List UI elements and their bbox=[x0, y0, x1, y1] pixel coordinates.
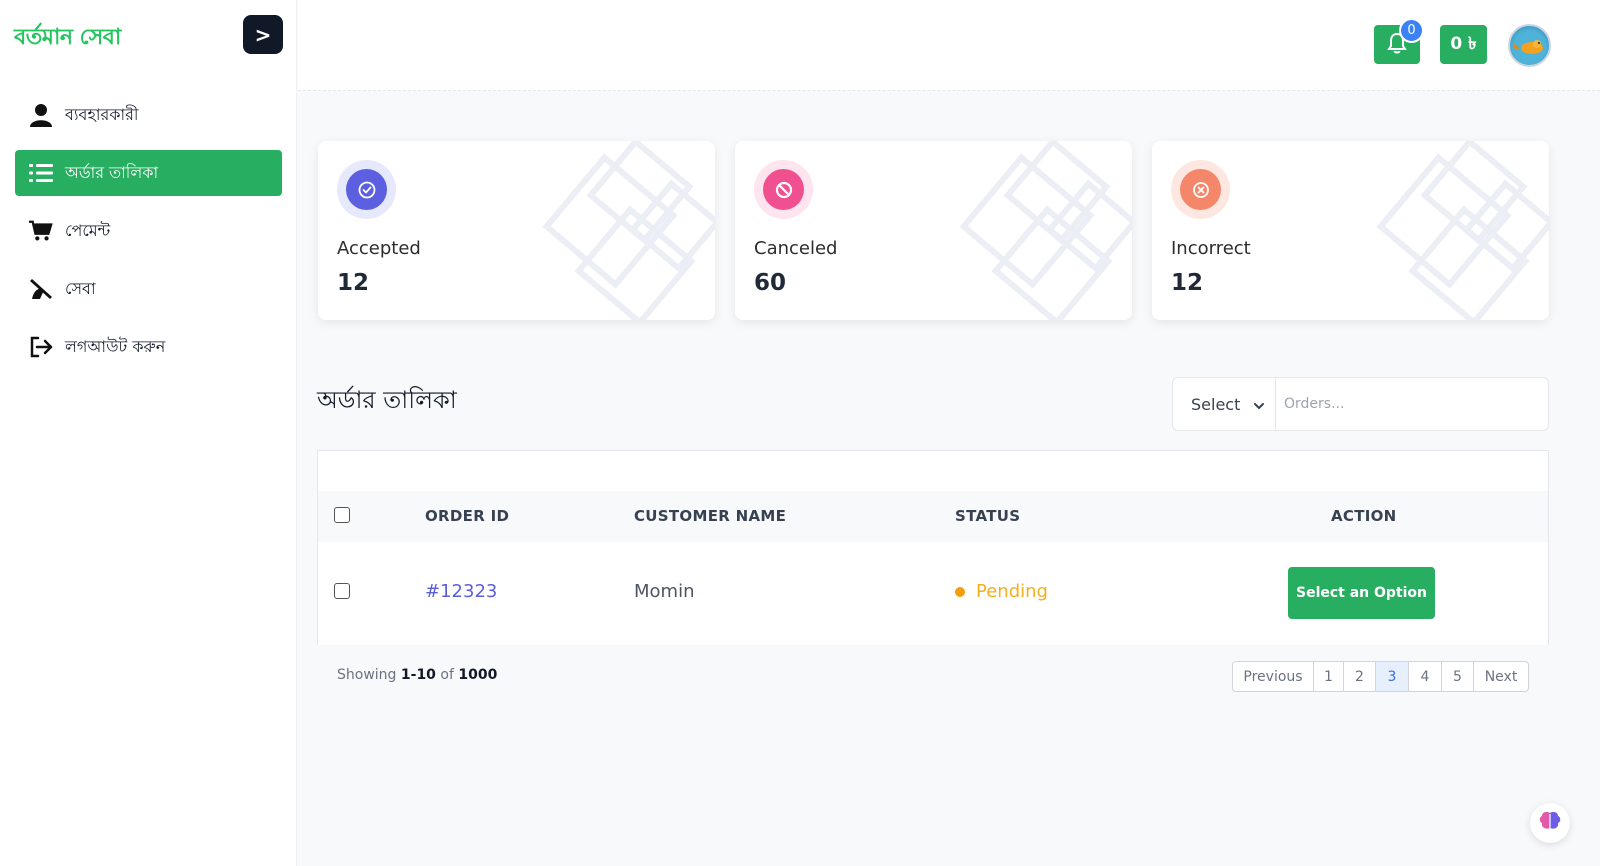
stat-label: Canceled bbox=[754, 238, 838, 259]
page-title: অর্ডার তালিকা bbox=[317, 386, 457, 414]
chevron-down-icon bbox=[1253, 397, 1265, 416]
column-header-action: ACTION bbox=[1331, 507, 1397, 525]
status-text: Pending bbox=[976, 581, 1048, 602]
select-all-checkbox[interactable] bbox=[334, 507, 350, 523]
select-option-button[interactable]: Select an Option bbox=[1288, 567, 1435, 619]
sidebar-item-payment[interactable]: পেমেন্ট bbox=[15, 208, 282, 254]
pagination-page-4[interactable]: 4 bbox=[1409, 662, 1442, 691]
sidebar-item-service[interactable]: সেবা bbox=[15, 266, 282, 312]
column-header-status[interactable]: STATUS bbox=[955, 507, 1020, 525]
card-icon-ring bbox=[1171, 160, 1230, 219]
sidebar-item-label: লগআউট করুন bbox=[65, 336, 166, 356]
stat-value: 12 bbox=[1171, 270, 1204, 296]
check-circle-icon bbox=[346, 169, 387, 210]
sidebar-item-label: সেবা bbox=[65, 278, 96, 298]
sidebar-item-label: অর্ডার তালিকা bbox=[65, 162, 159, 182]
showing-of: of bbox=[440, 667, 454, 683]
assistant-button[interactable] bbox=[1530, 803, 1570, 843]
top-header: 0 0 ৳ bbox=[298, 0, 1600, 91]
showing-total: 1000 bbox=[458, 667, 498, 683]
pagination-page-3[interactable]: 3 bbox=[1376, 662, 1409, 691]
cart-icon bbox=[29, 219, 53, 243]
filter-select[interactable]: Select bbox=[1173, 378, 1276, 430]
column-header-order-id[interactable]: ORDER ID bbox=[425, 507, 509, 525]
sidebar-item-label: ব্যবহারকারী bbox=[65, 104, 139, 124]
balance-button[interactable]: 0 ৳ bbox=[1440, 25, 1487, 64]
showing-prefix: Showing bbox=[337, 667, 397, 683]
orders-filter: Select bbox=[1172, 377, 1549, 431]
column-header-customer[interactable]: CUSTOMER NAME bbox=[634, 507, 786, 525]
brand-logo[interactable]: বর্তমান সেবা bbox=[14, 20, 121, 57]
orders-table: ORDER ID CUSTOMER NAME STATUS ACTION #12… bbox=[317, 450, 1549, 645]
customer-name: Momin bbox=[634, 581, 695, 602]
pagination-summary: Showing 1-10 of 1000 bbox=[337, 667, 497, 683]
list-icon bbox=[29, 161, 53, 185]
stat-label: Incorrect bbox=[1171, 238, 1251, 259]
status-dot bbox=[955, 586, 965, 597]
table-header: ORDER ID CUSTOMER NAME STATUS ACTION bbox=[318, 491, 1548, 542]
stat-value: 60 bbox=[754, 270, 787, 296]
notification-count-badge: 0 bbox=[1399, 18, 1424, 43]
pagination-next[interactable]: Next bbox=[1474, 662, 1528, 691]
pagination: Previous 1 2 3 4 5 Next bbox=[1232, 661, 1529, 692]
sidebar-item-logout[interactable]: লগআউট করুন bbox=[15, 324, 282, 370]
order-id-link[interactable]: #12323 bbox=[425, 581, 497, 602]
sidebar-item-orders[interactable]: অর্ডার তালিকা bbox=[15, 150, 282, 196]
table-row: #12323 Momin Pending Select an Option bbox=[318, 542, 1548, 645]
stat-card-accepted: Accepted 12 bbox=[318, 141, 715, 320]
status-badge: Pending bbox=[955, 581, 1048, 602]
sidebar: বর্তমান সেবা > ব্যবহারকারী অর্ডার তালিকা… bbox=[0, 0, 297, 866]
card-background-pattern bbox=[1376, 141, 1549, 320]
user-icon bbox=[29, 103, 53, 127]
filter-select-value: Select bbox=[1191, 394, 1241, 414]
x-circle-icon bbox=[1180, 169, 1221, 210]
row-checkbox[interactable] bbox=[334, 583, 350, 599]
pagination-page-2[interactable]: 2 bbox=[1344, 662, 1376, 691]
stat-card-incorrect: Incorrect 12 bbox=[1152, 141, 1549, 320]
sidebar-toggle-button[interactable]: > bbox=[243, 15, 283, 54]
logout-icon bbox=[29, 335, 53, 359]
service-icon bbox=[29, 277, 53, 301]
stat-card-canceled: Canceled 60 bbox=[735, 141, 1132, 320]
pagination-page-5[interactable]: 5 bbox=[1442, 662, 1474, 691]
sidebar-item-users[interactable]: ব্যবহারকারী bbox=[15, 92, 282, 138]
stat-value: 12 bbox=[337, 270, 370, 296]
pagination-previous[interactable]: Previous bbox=[1233, 662, 1314, 691]
ban-icon bbox=[763, 169, 804, 210]
avatar[interactable] bbox=[1508, 24, 1551, 67]
brain-icon bbox=[1539, 811, 1561, 835]
search-input[interactable] bbox=[1276, 378, 1548, 430]
card-background-pattern bbox=[542, 141, 715, 320]
sidebar-item-label: পেমেন্ট bbox=[65, 220, 111, 240]
card-icon-ring bbox=[754, 160, 813, 219]
pagination-page-1[interactable]: 1 bbox=[1314, 662, 1344, 691]
stat-label: Accepted bbox=[337, 238, 421, 259]
sidebar-nav: ব্যবহারকারী অর্ডার তালিকা পেমেন্ট সেবা ল… bbox=[15, 92, 282, 382]
card-background-pattern bbox=[959, 141, 1132, 320]
card-icon-ring bbox=[337, 160, 396, 219]
showing-range: 1-10 bbox=[400, 667, 436, 683]
